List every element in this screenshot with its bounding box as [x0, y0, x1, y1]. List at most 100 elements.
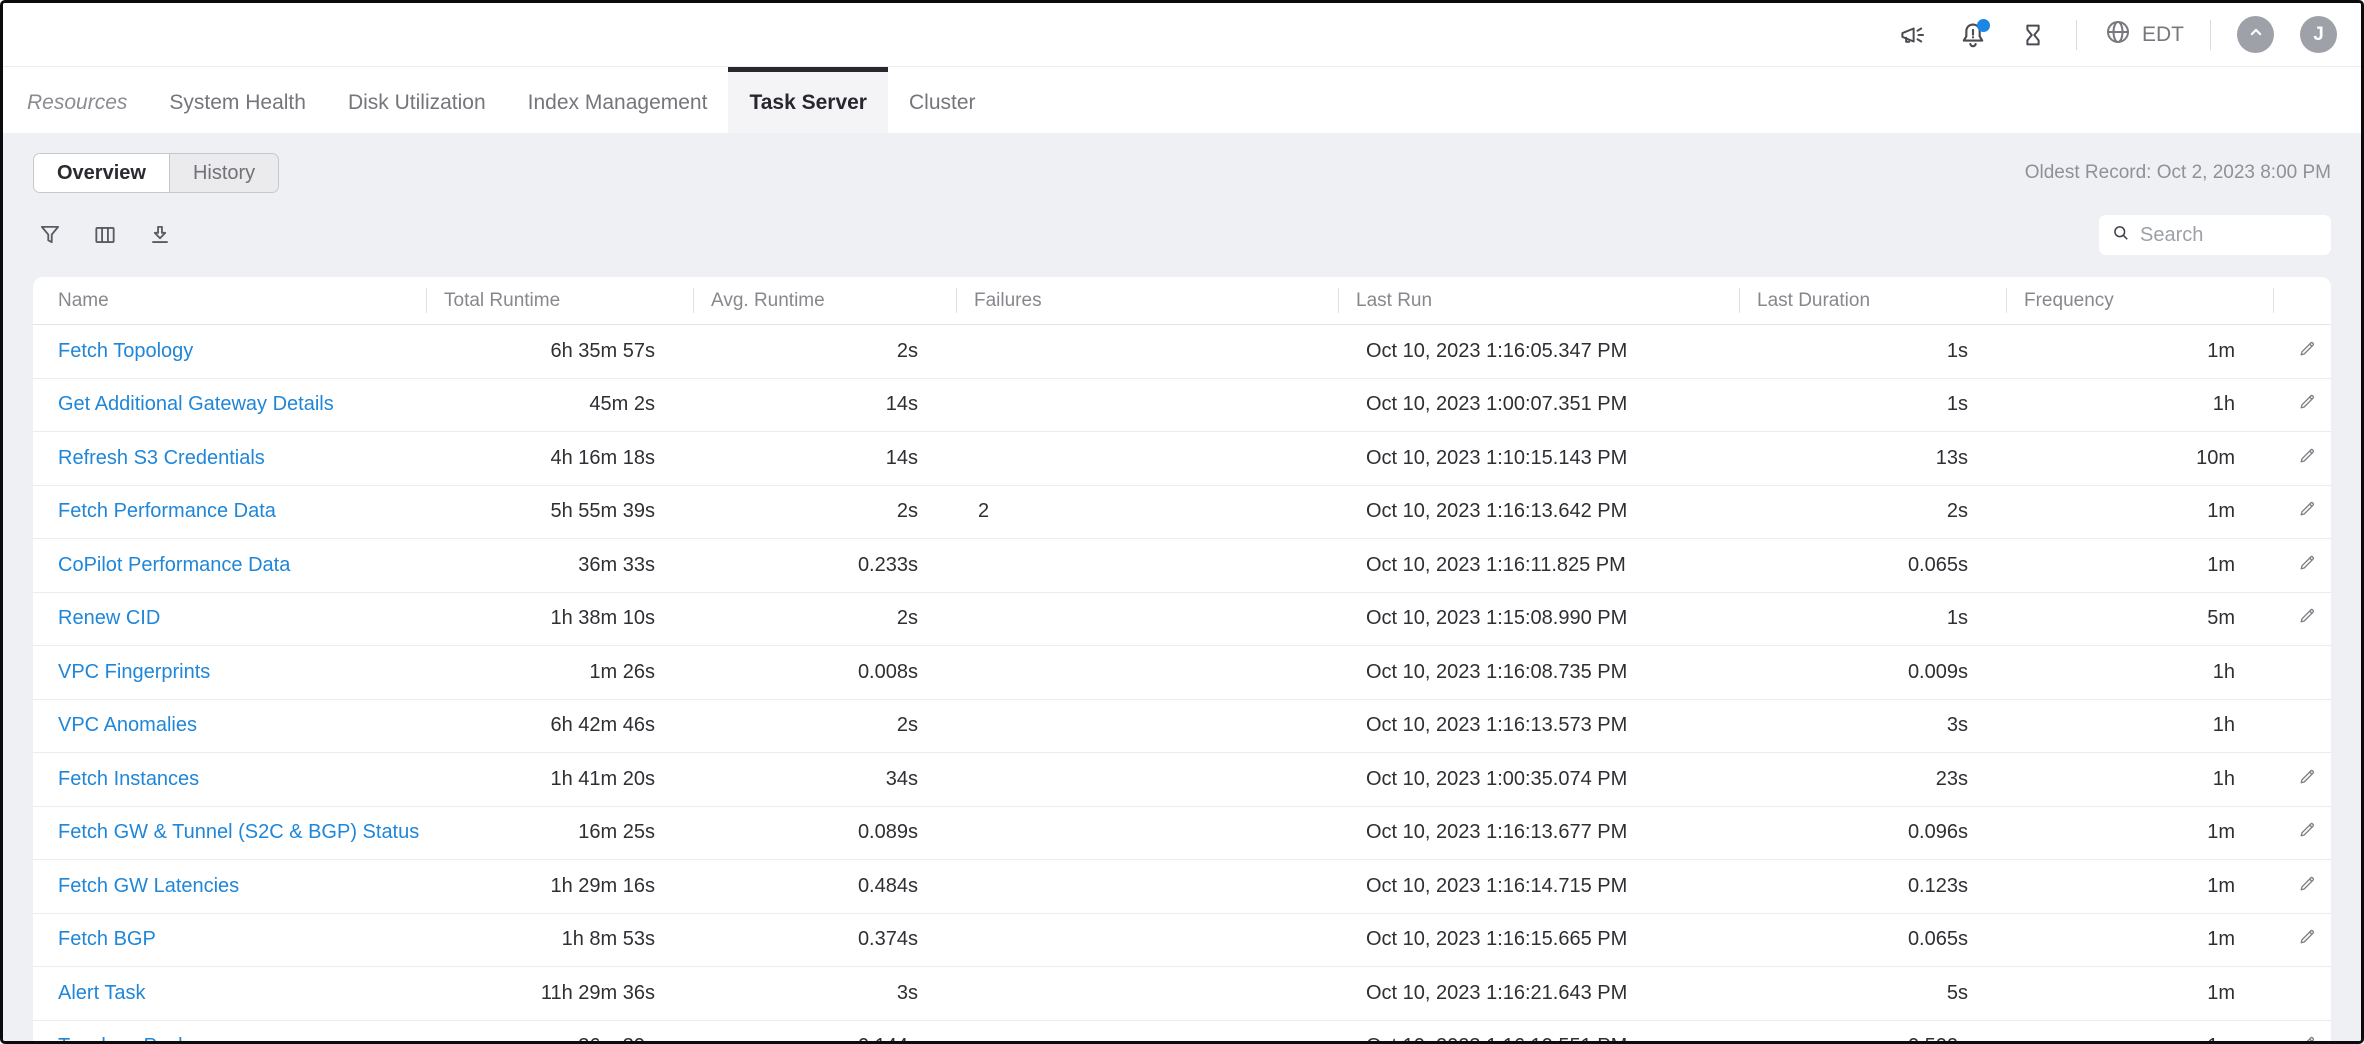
frequency-cell: 1h	[2006, 768, 2273, 791]
task-name-link[interactable]: Renew CID	[58, 607, 160, 629]
task-server-page: Overview History Oldest Record: Oct 2, 2…	[3, 133, 2361, 1041]
table-header: Name Total Runtime Avg. Runtime Failures…	[33, 277, 2331, 325]
app-window: EDT J Resources System Health Disk Utili…	[0, 0, 2364, 1044]
table-row: Fetch Performance Data 5h 55m 39s 2s 2 O…	[33, 486, 2331, 540]
actions-cell	[2273, 1034, 2331, 1041]
actions-cell	[2273, 338, 2331, 364]
task-name-cell: Topology Packer	[33, 1035, 426, 1041]
task-name-link[interactable]: Fetch Instances	[58, 768, 199, 790]
edit-task-button[interactable]	[2294, 392, 2320, 418]
task-name-cell: Fetch BGP	[33, 928, 426, 951]
pencil-icon	[2297, 606, 2318, 632]
last-duration-cell: 5s	[1739, 982, 2006, 1005]
table-row: Fetch GW & Tunnel (S2C & BGP) Status 16m…	[33, 807, 2331, 861]
column-header-last-run[interactable]: Last Run	[1338, 277, 1739, 324]
filter-icon[interactable]	[36, 221, 64, 249]
edit-task-button[interactable]	[2294, 338, 2320, 364]
tab-cluster[interactable]: Cluster	[888, 67, 997, 133]
task-name-link[interactable]: VPC Anomalies	[58, 714, 197, 736]
task-name-link[interactable]: Refresh S3 Credentials	[58, 447, 265, 469]
tab-resources[interactable]: Resources	[6, 67, 148, 133]
column-header-failures[interactable]: Failures	[956, 277, 1338, 324]
total-runtime-cell: 6h 42m 46s	[426, 714, 693, 737]
column-header-avg-runtime[interactable]: Avg. Runtime	[693, 277, 956, 324]
actions-cell	[2273, 552, 2331, 578]
overview-toggle-button[interactable]: Overview	[34, 154, 170, 192]
history-toggle-button[interactable]: History	[170, 154, 278, 192]
divider	[2210, 20, 2211, 50]
edit-task-button[interactable]	[2294, 820, 2320, 846]
chevron-up-icon	[2246, 22, 2266, 48]
timezone-control[interactable]: EDT	[2103, 17, 2184, 53]
edit-task-button[interactable]	[2294, 499, 2320, 525]
last-duration-cell: 0.065s	[1739, 554, 2006, 577]
task-name-cell: Fetch Instances	[33, 768, 426, 791]
edit-task-button[interactable]	[2294, 873, 2320, 899]
frequency-cell: 10m	[2006, 447, 2273, 470]
last-run-cell: Oct 10, 2023 1:16:21.643 PM	[1338, 982, 1739, 1005]
total-runtime-cell: 1h 38m 10s	[426, 607, 693, 630]
task-name-link[interactable]: VPC Fingerprints	[58, 661, 210, 683]
task-name-link[interactable]: Get Additional Gateway Details	[58, 393, 334, 415]
edit-task-button[interactable]	[2294, 927, 2320, 953]
task-name-link[interactable]: Fetch Topology	[58, 340, 193, 362]
task-name-link[interactable]: Topology Packer	[58, 1035, 206, 1041]
bell-icon[interactable]	[1956, 18, 1990, 52]
tab-task-server[interactable]: Task Server	[728, 67, 888, 133]
pencil-icon	[2297, 392, 2318, 418]
avg-runtime-cell: 2s	[693, 340, 956, 363]
table-row: VPC Anomalies 6h 42m 46s 2s Oct 10, 2023…	[33, 700, 2331, 754]
task-name-link[interactable]: Fetch Performance Data	[58, 500, 276, 522]
task-name-link[interactable]: Fetch BGP	[58, 928, 156, 950]
tab-disk-utilization[interactable]: Disk Utilization	[327, 67, 507, 133]
edit-task-button[interactable]	[2294, 766, 2320, 792]
frequency-cell: 5m	[2006, 607, 2273, 630]
last-duration-cell: 0.065s	[1739, 928, 2006, 951]
task-name-cell: Renew CID	[33, 607, 426, 630]
edit-task-button[interactable]	[2294, 606, 2320, 632]
task-name-link[interactable]: Alert Task	[58, 982, 145, 1004]
last-run-cell: Oct 10, 2023 1:16:13.677 PM	[1338, 821, 1739, 844]
last-duration-cell: 0.123s	[1739, 875, 2006, 898]
task-name-link[interactable]: Fetch GW & Tunnel (S2C & BGP) Status	[58, 821, 419, 843]
task-name-link[interactable]: Fetch GW Latencies	[58, 875, 239, 897]
task-name-cell: Fetch GW & Tunnel (S2C & BGP) Status	[33, 821, 426, 844]
edit-task-button[interactable]	[2294, 1034, 2320, 1041]
last-duration-cell: 13s	[1739, 447, 2006, 470]
actions-cell	[2273, 873, 2331, 899]
search-box	[2099, 215, 2331, 255]
total-runtime-cell: 1h 41m 20s	[426, 768, 693, 791]
timezone-label: EDT	[2142, 23, 2184, 47]
last-run-cell: Oct 10, 2023 1:16:10.551 PM	[1338, 1035, 1739, 1041]
collapse-avatar-button[interactable]	[2237, 16, 2274, 53]
download-icon[interactable]	[146, 221, 174, 249]
last-duration-cell: 23s	[1739, 768, 2006, 791]
task-name-cell: VPC Anomalies	[33, 714, 426, 737]
task-name-cell: Fetch Performance Data	[33, 500, 426, 523]
actions-cell	[2273, 445, 2331, 471]
column-header-frequency[interactable]: Frequency	[2006, 277, 2273, 324]
edit-task-button[interactable]	[2294, 445, 2320, 471]
hourglass-icon[interactable]	[2016, 18, 2050, 52]
avg-runtime-cell: 3s	[693, 982, 956, 1005]
edit-task-button[interactable]	[2294, 552, 2320, 578]
pencil-icon	[2297, 873, 2318, 899]
last-duration-cell: 0.096s	[1739, 821, 2006, 844]
user-avatar[interactable]: J	[2300, 16, 2337, 53]
total-runtime-cell: 4h 16m 18s	[426, 447, 693, 470]
megaphone-icon[interactable]	[1896, 18, 1930, 52]
tab-index-management[interactable]: Index Management	[507, 67, 729, 133]
column-header-last-duration[interactable]: Last Duration	[1739, 277, 2006, 324]
column-header-total-runtime[interactable]: Total Runtime	[426, 277, 693, 324]
last-run-cell: Oct 10, 2023 1:16:13.573 PM	[1338, 714, 1739, 737]
tab-system-health[interactable]: System Health	[148, 67, 327, 133]
search-input[interactable]	[2140, 224, 2319, 247]
columns-icon[interactable]	[91, 221, 119, 249]
last-duration-cell: 0.502s	[1739, 1035, 2006, 1041]
column-header-actions	[2273, 277, 2331, 324]
task-name-link[interactable]: CoPilot Performance Data	[58, 554, 290, 576]
total-runtime-cell: 1h 29m 16s	[426, 875, 693, 898]
actions-cell	[2273, 499, 2331, 525]
column-header-name[interactable]: Name	[33, 277, 426, 324]
avg-runtime-cell: 0.008s	[693, 661, 956, 684]
